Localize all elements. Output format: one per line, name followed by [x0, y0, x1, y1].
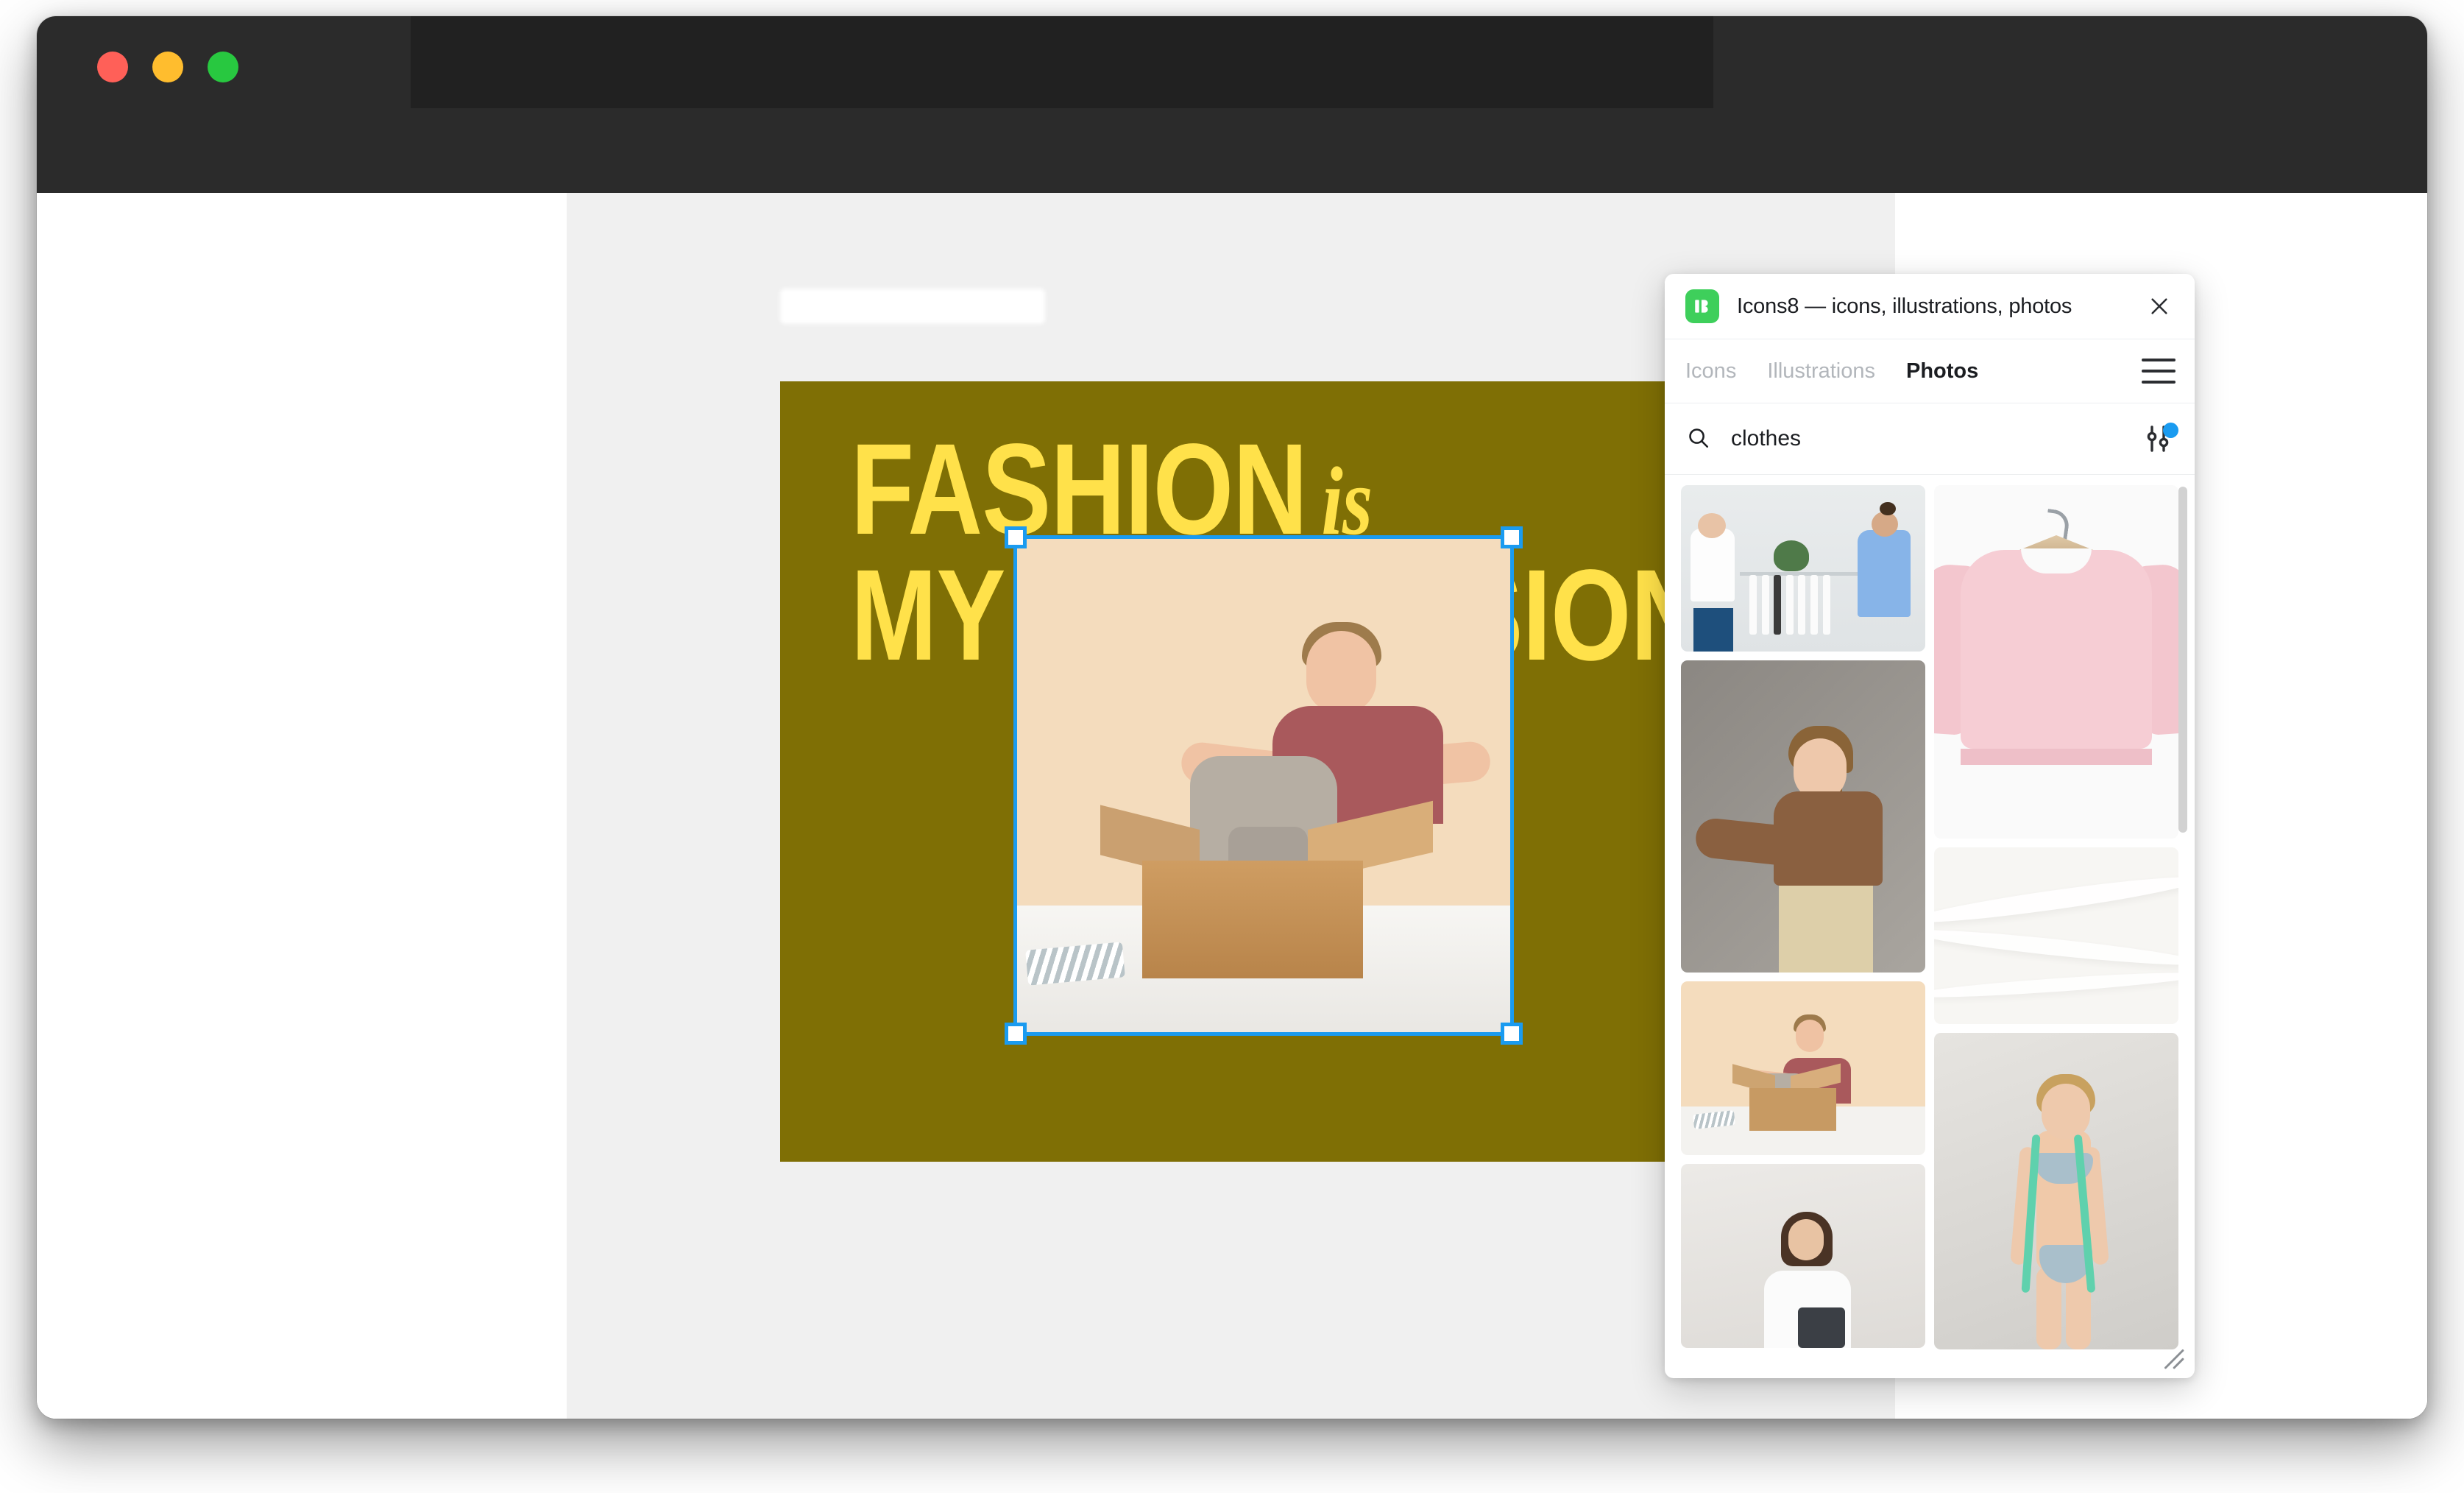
tab-illustrations[interactable]: Illustrations: [1767, 359, 1875, 384]
hamburger-menu-icon[interactable]: [2142, 359, 2176, 384]
search-icon: [1685, 425, 1710, 453]
list-item[interactable]: [1934, 847, 2178, 1024]
active-tab[interactable]: [411, 16, 1713, 108]
list-item[interactable]: [1681, 981, 1925, 1155]
title-bar: [37, 16, 2427, 193]
plugin-panel-header: Icons8 — icons, illustrations, photos: [1665, 274, 2195, 339]
list-item[interactable]: [1934, 1033, 2178, 1349]
filter-badge: [2163, 423, 2178, 438]
zoom-window-button[interactable]: [208, 52, 238, 82]
left-panel: [37, 193, 567, 1419]
photo-results-grid[interactable]: [1665, 475, 2195, 1378]
close-icon[interactable]: [2143, 290, 2176, 322]
list-item[interactable]: [1681, 660, 1925, 973]
resize-grip-icon[interactable]: [2159, 1344, 2184, 1369]
search-input[interactable]: [1730, 426, 2086, 452]
person-head: [1306, 631, 1376, 713]
list-item[interactable]: [1681, 1164, 1925, 1348]
close-window-button[interactable]: [97, 52, 128, 82]
plugin-panel-title: Icons8 — icons, illustrations, photos: [1737, 294, 2072, 319]
minimize-window-button[interactable]: [152, 52, 183, 82]
list-item[interactable]: [1934, 485, 2178, 839]
results-column-left: [1681, 485, 1925, 1349]
canvas-white-bar-element[interactable]: [780, 289, 1045, 324]
plugin-panel-tabs: Icons Illustrations Photos: [1665, 339, 2195, 403]
results-column-right: [1934, 485, 2178, 1349]
app-window: FASHIONisMY PROFESSION: [37, 16, 2427, 1419]
icons8-logo-icon: [1685, 289, 1719, 323]
list-item[interactable]: [1681, 485, 1925, 652]
icons8-plugin-panel[interactable]: Icons8 — icons, illustrations, photos Ic…: [1665, 274, 2195, 1378]
tab-icons[interactable]: Icons: [1685, 359, 1736, 384]
selected-image-on-canvas[interactable]: [1013, 535, 1514, 1036]
cardboard-box: [1142, 861, 1363, 978]
plugin-search-bar[interactable]: [1665, 403, 2195, 475]
vertical-scrollbar[interactable]: [2178, 487, 2187, 833]
window-controls: [97, 52, 238, 82]
tab-photos[interactable]: Photos: [1906, 359, 1978, 384]
